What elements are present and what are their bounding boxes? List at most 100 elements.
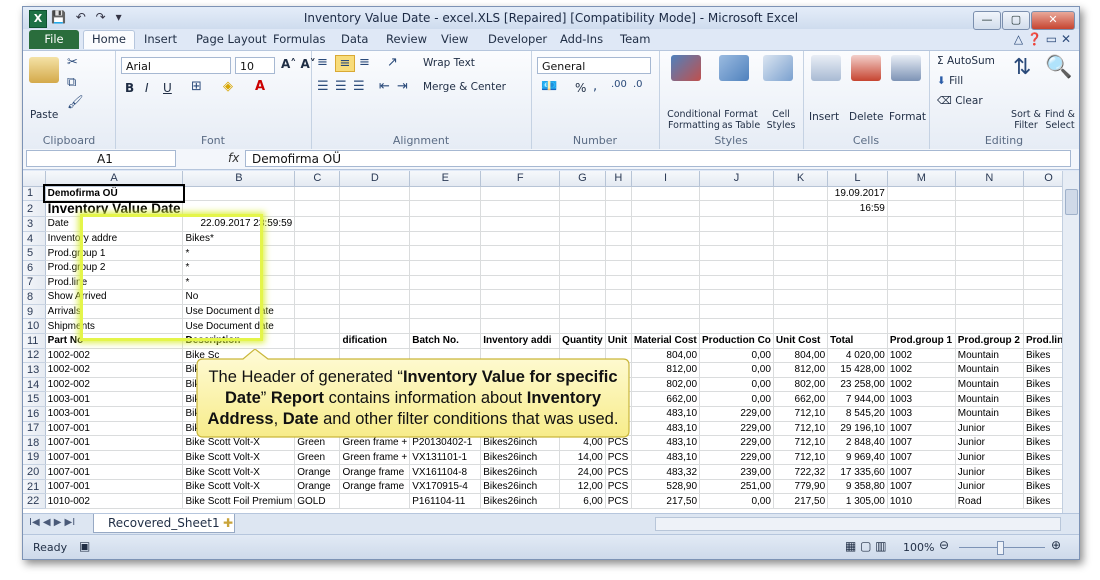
cell-m7[interactable] bbox=[887, 275, 956, 291]
cell-g20[interactable]: 24,00 bbox=[559, 464, 606, 480]
cell-f22[interactable]: Bikes26inch bbox=[480, 493, 561, 510]
row-header[interactable]: 6 bbox=[23, 260, 46, 276]
cell-l2[interactable]: 16:59 bbox=[827, 200, 888, 218]
cell-i17[interactable]: 483,10 bbox=[631, 421, 701, 437]
cell-n6[interactable] bbox=[955, 260, 1024, 276]
cell-m19[interactable]: 1007 bbox=[887, 450, 956, 466]
cell-f1[interactable] bbox=[480, 186, 561, 202]
cell-k5[interactable] bbox=[773, 245, 829, 261]
cell-m6[interactable] bbox=[887, 260, 956, 276]
minimize-button[interactable]: — bbox=[973, 11, 1001, 30]
cell-k18[interactable]: 712,10 bbox=[773, 435, 829, 451]
cell-j2[interactable] bbox=[699, 200, 774, 218]
zoom-level[interactable]: 100% bbox=[903, 541, 934, 554]
cell-h19[interactable]: PCS bbox=[605, 450, 632, 466]
cell-e2[interactable] bbox=[409, 200, 482, 218]
cell-e3[interactable] bbox=[409, 216, 482, 232]
cell-d21[interactable]: Orange frame bbox=[339, 479, 411, 495]
cell-c10[interactable] bbox=[294, 318, 341, 334]
cell-h4[interactable] bbox=[605, 231, 632, 247]
cell-k8[interactable] bbox=[773, 289, 829, 305]
cell-f10[interactable] bbox=[480, 318, 561, 334]
cell-g19[interactable]: 14,00 bbox=[559, 450, 606, 466]
font-size-select[interactable]: 10 bbox=[235, 57, 275, 74]
cell-l14[interactable]: 23 258,00 bbox=[827, 377, 888, 393]
cell-l13[interactable]: 15 428,00 bbox=[827, 362, 888, 378]
cell-i14[interactable]: 802,00 bbox=[631, 377, 701, 393]
cell-c1[interactable] bbox=[294, 186, 341, 202]
cell-i15[interactable]: 662,00 bbox=[631, 391, 701, 407]
zoom-out-icon[interactable]: ⊖ bbox=[939, 538, 949, 552]
fill-button[interactable]: ⬇ Fill bbox=[937, 75, 963, 87]
row-header[interactable]: 4 bbox=[23, 231, 46, 247]
cell-m15[interactable]: 1003 bbox=[887, 391, 956, 407]
cell-d8[interactable] bbox=[339, 289, 411, 305]
cell-f21[interactable]: Bikes26inch bbox=[480, 479, 561, 495]
percent-button[interactable]: % bbox=[575, 81, 586, 95]
tab-review[interactable]: Review bbox=[386, 32, 427, 46]
sheet-nav-icons[interactable]: I◀ ◀ ▶ ▶I bbox=[29, 517, 75, 528]
cell-i1[interactable] bbox=[631, 186, 701, 202]
cell-h2[interactable] bbox=[605, 200, 632, 218]
cell-m13[interactable]: 1002 bbox=[887, 362, 956, 378]
cell-l6[interactable] bbox=[827, 260, 888, 276]
cell-m3[interactable] bbox=[887, 216, 956, 232]
cell-a1[interactable]: Demofirma OÜ bbox=[43, 184, 185, 203]
cell-n14[interactable]: Mountain bbox=[955, 377, 1024, 393]
view-buttons-icon[interactable]: ▦ ▢ ▥ bbox=[845, 539, 887, 553]
cell-a21[interactable]: 1007-001 bbox=[45, 479, 184, 495]
row-header[interactable]: 2 bbox=[23, 200, 46, 218]
cell-k6[interactable] bbox=[773, 260, 829, 276]
row-header[interactable]: 8 bbox=[23, 289, 46, 305]
cell-c4[interactable] bbox=[294, 231, 341, 247]
cell-d10[interactable] bbox=[339, 318, 411, 334]
cell-c22[interactable]: GOLD bbox=[294, 493, 341, 510]
close-button[interactable]: ✕ bbox=[1031, 11, 1075, 30]
cell-e7[interactable] bbox=[409, 275, 482, 291]
cell-h6[interactable] bbox=[605, 260, 632, 276]
cell-j10[interactable] bbox=[699, 318, 774, 334]
cell-c19[interactable]: Green bbox=[294, 450, 341, 466]
fill-color-icon[interactable]: ◈ bbox=[223, 79, 233, 94]
cell-m17[interactable]: 1007 bbox=[887, 421, 956, 437]
cell-i20[interactable]: 483,32 bbox=[631, 464, 701, 480]
cell-g7[interactable] bbox=[559, 275, 606, 291]
cell-a17[interactable]: 1007-001 bbox=[45, 421, 184, 437]
cell-k16[interactable]: 712,10 bbox=[773, 406, 829, 422]
cell-l11[interactable]: Total bbox=[827, 333, 888, 349]
cell-e6[interactable] bbox=[409, 260, 482, 276]
cell-n12[interactable]: Mountain bbox=[955, 348, 1024, 364]
insert-sheet-icon[interactable]: ✚ bbox=[223, 516, 233, 530]
cell-j5[interactable] bbox=[699, 245, 774, 261]
cell-k21[interactable]: 779,90 bbox=[773, 479, 829, 495]
restore-workbook-icon[interactable]: ▭ bbox=[1046, 32, 1057, 46]
help-icon[interactable]: ❓ bbox=[1027, 32, 1042, 46]
cell-l8[interactable] bbox=[827, 289, 888, 305]
cell-l20[interactable]: 17 335,60 bbox=[827, 464, 888, 480]
borders-icon[interactable]: ⊞ bbox=[191, 79, 202, 94]
cell-i10[interactable] bbox=[631, 318, 701, 334]
cell-k3[interactable] bbox=[773, 216, 829, 232]
cell-i12[interactable]: 804,00 bbox=[631, 348, 701, 364]
column-header-n[interactable]: N bbox=[955, 171, 1024, 187]
cell-j14[interactable]: 0,00 bbox=[699, 377, 774, 393]
sheet-tab-recovered-sheet1[interactable]: Recovered_Sheet1 bbox=[93, 514, 235, 533]
cell-n17[interactable]: Junior bbox=[955, 421, 1024, 437]
cell-m2[interactable] bbox=[887, 200, 956, 218]
cell-k13[interactable]: 812,00 bbox=[773, 362, 829, 378]
cell-c9[interactable] bbox=[294, 304, 341, 320]
cell-j13[interactable]: 0,00 bbox=[699, 362, 774, 378]
paste-button[interactable]: Paste bbox=[30, 109, 58, 121]
column-header-a[interactable]: A bbox=[45, 171, 184, 187]
cell-a22[interactable]: 1010-002 bbox=[45, 493, 184, 510]
cell-l19[interactable]: 9 969,40 bbox=[827, 450, 888, 466]
cell-l5[interactable] bbox=[827, 245, 888, 261]
delete-button[interactable]: Delete bbox=[849, 111, 884, 123]
minimize-ribbon-icon[interactable]: △ bbox=[1014, 32, 1023, 46]
cell-n21[interactable]: Junior bbox=[955, 479, 1024, 495]
cell-n3[interactable] bbox=[955, 216, 1024, 232]
cell-i3[interactable] bbox=[631, 216, 701, 232]
cell-d2[interactable] bbox=[339, 200, 411, 218]
cell-b1[interactable] bbox=[182, 186, 296, 202]
cell-h10[interactable] bbox=[605, 318, 632, 334]
